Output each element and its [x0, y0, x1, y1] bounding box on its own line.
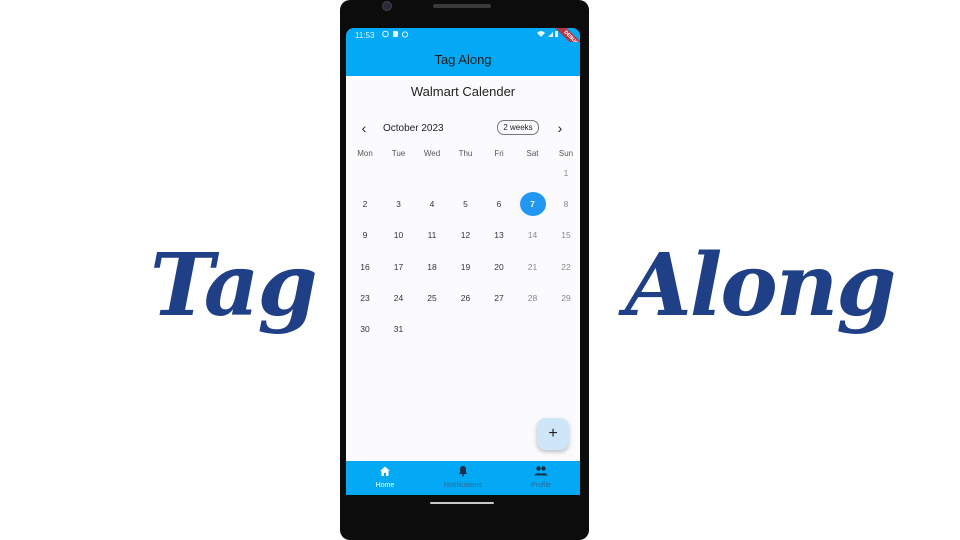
weekday-label: Mon	[357, 149, 373, 158]
calendar-day[interactable]: 16	[352, 255, 378, 279]
status-time: 11:53	[355, 31, 375, 40]
weekday-label: Thu	[458, 149, 473, 158]
calendar-day[interactable]: 1	[553, 161, 579, 185]
chevron-left-icon[interactable]: ‹	[357, 120, 371, 136]
calendar-day[interactable]: 8	[553, 192, 579, 216]
calendar-day[interactable]: 31	[386, 317, 412, 341]
calendar-day[interactable]: 17	[386, 255, 412, 279]
nav-label-notifications: Notifications	[443, 482, 483, 489]
status-notification-icons	[382, 30, 412, 40]
status-bar: 11:53 DEBUG	[346, 28, 580, 58]
page-title: Walmart Calender	[410, 84, 516, 99]
calendar-day[interactable]: 13	[486, 223, 512, 247]
speaker-grille	[433, 4, 491, 8]
weekday-header-row: Mon Tue Wed Thu Fri Sat Sun	[346, 149, 580, 161]
calendar-day[interactable]: 2	[352, 192, 378, 216]
calendar-day[interactable]: 12	[453, 223, 479, 247]
calendar-day[interactable]: 20	[486, 255, 512, 279]
calendar-format-button[interactable]: 2 weeks	[497, 120, 539, 135]
nav-item-profile[interactable]: Profile	[502, 461, 580, 495]
app-bar-title: Tag Along	[434, 51, 492, 67]
nav-label-profile: Profile	[531, 482, 551, 489]
calendar-day[interactable]: 18	[419, 255, 445, 279]
nav-label-home: Home	[375, 482, 395, 489]
calendar-day[interactable]: 9	[352, 223, 378, 247]
tag-side-text: Tag	[150, 235, 318, 336]
calendar-day[interactable]: 22	[553, 255, 579, 279]
bottom-navigation-bar: Home Notifications Profile	[346, 461, 580, 495]
calendar-day[interactable]: 5	[453, 192, 479, 216]
chevron-right-icon[interactable]: ›	[553, 120, 567, 136]
plus-icon: +	[548, 425, 558, 442]
phone-screen: 11:53 DEBUG Tag Along Walmart Calender ‹…	[346, 28, 580, 495]
home-icon	[346, 464, 424, 480]
nav-item-home[interactable]: Home	[346, 461, 424, 495]
nav-item-notifications[interactable]: Notifications	[424, 461, 502, 495]
app-bar: Tag Along	[346, 42, 580, 76]
weekday-label: Sun	[558, 149, 574, 158]
along-side-text: Along	[625, 235, 896, 336]
front-camera	[382, 1, 392, 11]
weekday-label: Fri	[494, 149, 504, 158]
status-signal-icons	[536, 30, 558, 40]
calendar-day[interactable]: 6	[486, 192, 512, 216]
bell-icon	[424, 464, 502, 480]
add-event-button[interactable]: +	[537, 418, 569, 450]
calendar-day[interactable]: 15	[553, 223, 579, 247]
calendar-day[interactable]: 28	[520, 286, 546, 310]
calendar-day[interactable]: 4	[419, 192, 445, 216]
calendar-day[interactable]: 23	[352, 286, 378, 310]
calendar-day[interactable]: 27	[486, 286, 512, 310]
calendar-day[interactable]: 11	[419, 223, 445, 247]
calendar-day[interactable]: 10	[386, 223, 412, 247]
calendar-day[interactable]: 19	[453, 255, 479, 279]
weekday-label: Tue	[391, 149, 406, 158]
calendar-month-label: October 2023	[383, 123, 444, 134]
calendar-day[interactable]: 29	[553, 286, 579, 310]
calendar-day[interactable]: 14	[520, 223, 546, 247]
calendar-day[interactable]: 26	[453, 286, 479, 310]
calendar-day[interactable]: 30	[352, 317, 378, 341]
calendar-day[interactable]: 25	[419, 286, 445, 310]
calendar-day-selected[interactable]: 7	[519, 192, 546, 217]
people-icon	[502, 464, 580, 480]
weekday-label: Wed	[423, 149, 441, 158]
weekday-label: Sat	[526, 149, 539, 158]
calendar-day[interactable]: 24	[386, 286, 412, 310]
calendar-day[interactable]: 3	[386, 192, 412, 216]
calendar-header: ‹ October 2023 2 weeks ›	[346, 120, 580, 138]
calendar-day[interactable]: 21	[520, 255, 546, 279]
phone-frame: 11:53 DEBUG Tag Along Walmart Calender ‹…	[340, 0, 589, 540]
gesture-home-bar	[430, 502, 494, 504]
